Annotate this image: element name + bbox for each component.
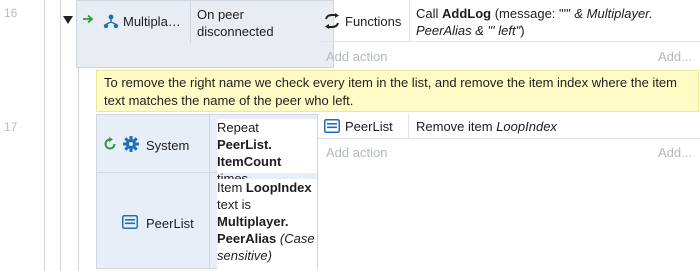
action-text[interactable]: Call AddLog (message: "'" & Multiplayer.… (416, 5, 696, 39)
comment-text: To remove the right name we check every … (104, 75, 677, 108)
action-object-peerlist: PeerList (345, 119, 393, 134)
column-divider (409, 0, 410, 42)
functions-icon (324, 13, 340, 32)
collapse-arrow-icon[interactable] (62, 14, 74, 26)
remove-index: LoopIndex (496, 119, 557, 134)
condition-object-peerlist: PeerList (146, 216, 194, 231)
compare-value2: PeerAlias (217, 231, 277, 246)
line-number-17: 17 (4, 120, 18, 134)
column-divider (190, 1, 191, 43)
list-icon (324, 119, 340, 136)
event-16[interactable]: Multipla… On peer disconnected Functions… (60, 0, 700, 68)
condition-row-peerlist[interactable]: PeerList Item LoopIndex text is Multipla… (97, 173, 317, 269)
action-text-pre: Call (416, 6, 443, 21)
action-text-end: ) (520, 23, 525, 38)
trigger-arrow-icon (82, 13, 94, 28)
add-action-short[interactable]: Add... (658, 48, 692, 65)
column-divider (408, 114, 409, 139)
compare-value1: Multiplayer. (217, 214, 289, 229)
add-action-link[interactable]: Add action (326, 144, 387, 161)
condition-row-system[interactable]: System Repeat PeerList. ItemCount times (97, 115, 317, 186)
event-comment[interactable]: To remove the right name we check every … (96, 70, 699, 112)
condition-text-line2: disconnected (197, 24, 274, 39)
loop-icon (103, 137, 117, 154)
action-object-name: Functions (345, 14, 402, 29)
condition-text[interactable]: On peer disconnected (197, 6, 274, 40)
add-action-short[interactable]: Add... (658, 144, 692, 161)
condition-text-line1: On peer (197, 7, 244, 22)
compare-text-is: text is (217, 197, 251, 212)
compare-pre: Item (217, 180, 246, 195)
guide-line (44, 0, 45, 271)
condition-block[interactable]: Multipla… On peer disconnected (76, 0, 334, 68)
multiplayer-icon (103, 13, 119, 32)
add-action-link[interactable]: Add action (326, 48, 387, 65)
conditions-block[interactable]: System Repeat PeerList. ItemCount times … (96, 114, 318, 269)
event-17[interactable]: System Repeat PeerList. ItemCount times … (96, 114, 700, 271)
action-text-ital1: & Multiplayer. (574, 6, 653, 21)
condition-text-compare[interactable]: Item LoopIndex text is Multiplayer. Peer… (217, 179, 317, 269)
repeat-count: ItemCount (217, 154, 282, 169)
column-divider (209, 115, 210, 173)
action-text-ital2: PeerAlias & "' left" (416, 23, 521, 38)
action-row-remove[interactable]: PeerList Remove item LoopIndex (318, 114, 700, 139)
line-number-16: 16 (4, 6, 18, 20)
compare-case2: sensitive) (217, 248, 272, 263)
condition-text-repeat[interactable]: Repeat PeerList. ItemCount times (217, 119, 317, 186)
condition-object-system: System (146, 138, 190, 153)
action-row[interactable]: Functions Call AddLog (message: "'" & Mu… (318, 0, 700, 42)
repeat-list: PeerList. (217, 137, 272, 152)
condition-object-name: Multipla… (123, 14, 181, 29)
compare-index: LoopIndex (245, 180, 312, 195)
column-divider (209, 173, 210, 269)
repeat-pre: Repeat (217, 120, 259, 135)
action-text-mid: (message: "'" (491, 6, 575, 21)
list-icon (122, 215, 138, 232)
gear-icon (123, 136, 139, 155)
compare-case1: (Case (276, 231, 315, 246)
action-text-remove[interactable]: Remove item LoopIndex (416, 118, 557, 135)
remove-pre: Remove item (416, 119, 497, 134)
guide-line (78, 42, 79, 271)
action-function-name: AddLog (442, 6, 492, 21)
